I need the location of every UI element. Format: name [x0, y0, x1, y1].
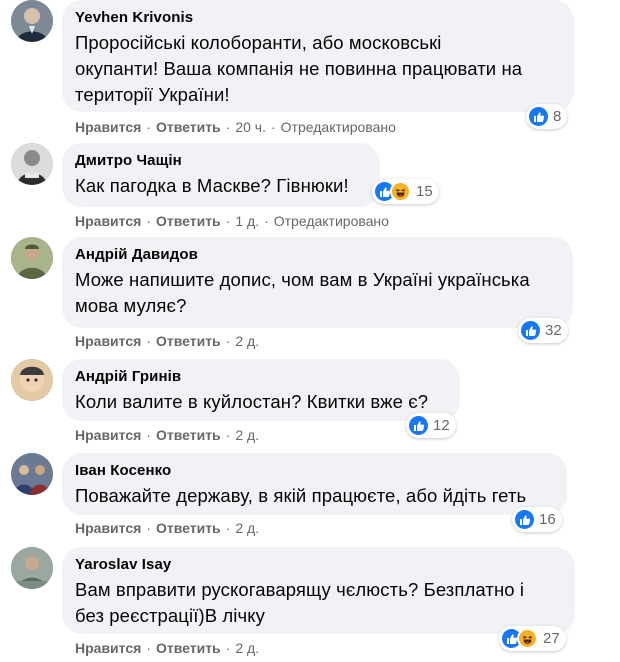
edited-label[interactable]: Отредактировано	[274, 213, 389, 229]
separator: ·	[225, 213, 231, 229]
separator: ·	[146, 640, 151, 656]
thumbs-up-icon	[409, 416, 428, 435]
separator: ·	[225, 333, 231, 349]
comment-actions: Нравится · Ответить · 2 д.	[75, 640, 259, 656]
comment-line: території України!	[75, 84, 230, 105]
author-name[interactable]: Дмитро Чащін	[75, 151, 366, 170]
timestamp[interactable]: 2 д.	[235, 333, 259, 349]
reaction-count: 8	[553, 108, 562, 125]
comment-line: Как пагодка в Маскве? Гівнюки!	[75, 175, 349, 196]
reply-button[interactable]: Ответить	[156, 213, 221, 229]
thumbs-up-icon	[515, 510, 534, 529]
comment-line: мова муляє?	[75, 295, 187, 316]
comment-actions: Нравится · Ответить · 2 д.	[75, 520, 259, 536]
author-name[interactable]: Андрій Гринів	[75, 367, 446, 386]
separator: ·	[225, 119, 231, 135]
timestamp[interactable]: 2 д.	[235, 640, 259, 656]
author-name[interactable]: Yaroslav Isay	[75, 555, 561, 574]
comment-line: Коли валите в куйлостан? Квитки вже є?	[75, 391, 429, 412]
reaction-count: 15	[416, 183, 433, 200]
avatar[interactable]	[11, 237, 53, 279]
comment-text: Поважайте державу, в якій працюєте, або …	[75, 483, 553, 509]
like-button[interactable]: Нравится	[75, 333, 141, 349]
like-button[interactable]: Нравится	[75, 640, 141, 656]
separator: ·	[225, 520, 231, 536]
separator: ·	[146, 119, 151, 135]
thumbs-up-icon	[529, 107, 548, 126]
reaction-count: 16	[539, 511, 556, 528]
comment-bubble: Дмитро Чащін Как пагодка в Маскве? Гівню…	[62, 143, 380, 207]
reaction-summary[interactable]: 8	[526, 104, 568, 129]
author-name[interactable]: Іван Косенко	[75, 461, 553, 480]
reply-button[interactable]: Ответить	[156, 520, 221, 536]
comment-actions: Нравится · Ответить · 1 д. · Отредактировано	[75, 213, 389, 229]
comment-line: Проросійські колоборанти, або московські	[75, 32, 442, 53]
comment-text: Коли валите в куйлостан? Квитки вже є?	[75, 389, 446, 415]
reaction-count: 27	[543, 630, 560, 647]
avatar[interactable]	[11, 453, 53, 495]
reaction-summary[interactable]: 27	[499, 626, 566, 651]
reaction-summary[interactable]: 32	[518, 318, 568, 343]
comment-line: окупанти! Ваша компанія не повинна працю…	[75, 58, 523, 79]
comment-bubble: Yevhen Krivonis Проросійські колоборанти…	[62, 0, 574, 112]
author-name[interactable]: Андрій Давидов	[75, 245, 559, 264]
avatar[interactable]	[11, 547, 53, 589]
comment-actions: Нравится · Ответить · 20 ч. · Отредактировано	[75, 119, 396, 135]
comment-line: Поважайте державу, в якій працюєте, або …	[75, 485, 527, 506]
separator: ·	[146, 427, 151, 443]
comment-actions: Нравится · Ответить · 2 д.	[75, 427, 259, 443]
reaction-count: 12	[433, 417, 450, 434]
timestamp[interactable]: 20 ч.	[235, 119, 266, 135]
avatar[interactable]	[11, 143, 53, 185]
separator: ·	[264, 213, 269, 229]
reaction-summary[interactable]: 16	[512, 507, 562, 532]
like-button[interactable]: Нравится	[75, 427, 141, 443]
laughing-face-icon	[517, 628, 538, 649]
separator: ·	[146, 520, 151, 536]
thumbs-up-icon	[521, 321, 540, 340]
comment-line: Вам вправити рускогаварящу чєлюсть? Безп…	[75, 579, 525, 600]
comment-text: Може напишите допис, чом вам в Україні у…	[75, 267, 559, 319]
comment-line: Може напишите допис, чом вам в Україні у…	[75, 269, 530, 290]
laughing-face-icon	[390, 181, 411, 202]
comment-bubble: Андрій Давидов Може напишите допис, чом …	[62, 237, 573, 328]
separator: ·	[225, 640, 231, 656]
like-button[interactable]: Нравится	[75, 119, 141, 135]
comment-bubble: Іван Косенко Поважайте державу, в якій п…	[62, 453, 567, 515]
separator: ·	[146, 333, 151, 349]
timestamp[interactable]: 2 д.	[235, 520, 259, 536]
like-button[interactable]: Нравится	[75, 520, 141, 536]
comment-text: Вам вправити рускогаварящу чєлюсть? Безп…	[75, 577, 561, 629]
edited-label[interactable]: Отредактировано	[281, 119, 396, 135]
reply-button[interactable]: Ответить	[156, 333, 221, 349]
separator: ·	[225, 427, 231, 443]
reply-button[interactable]: Ответить	[156, 427, 221, 443]
author-name[interactable]: Yevhen Krivonis	[75, 8, 560, 27]
like-button[interactable]: Нравится	[75, 213, 141, 229]
reaction-count: 32	[545, 322, 562, 339]
comment-line: без реєстрації)В лічку	[75, 605, 265, 626]
comment-text: Как пагодка в Маскве? Гівнюки!	[75, 173, 366, 199]
comment-text: Проросійські колоборанти, або московські…	[75, 30, 560, 108]
reaction-summary[interactable]: 15	[372, 179, 439, 204]
timestamp[interactable]: 1 д.	[235, 213, 259, 229]
timestamp[interactable]: 2 д.	[235, 427, 259, 443]
comment-bubble: Yaroslav Isay Вам вправити рускогаварящу…	[62, 547, 575, 634]
avatar[interactable]	[11, 359, 53, 401]
avatar[interactable]	[11, 0, 53, 42]
reply-button[interactable]: Ответить	[156, 119, 221, 135]
comment-actions: Нравится · Ответить · 2 д.	[75, 333, 259, 349]
reaction-summary[interactable]: 12	[406, 413, 456, 438]
separator: ·	[146, 213, 151, 229]
comment-bubble: Андрій Гринів Коли валите в куйлостан? К…	[62, 359, 460, 421]
separator: ·	[271, 119, 276, 135]
reply-button[interactable]: Ответить	[156, 640, 221, 656]
